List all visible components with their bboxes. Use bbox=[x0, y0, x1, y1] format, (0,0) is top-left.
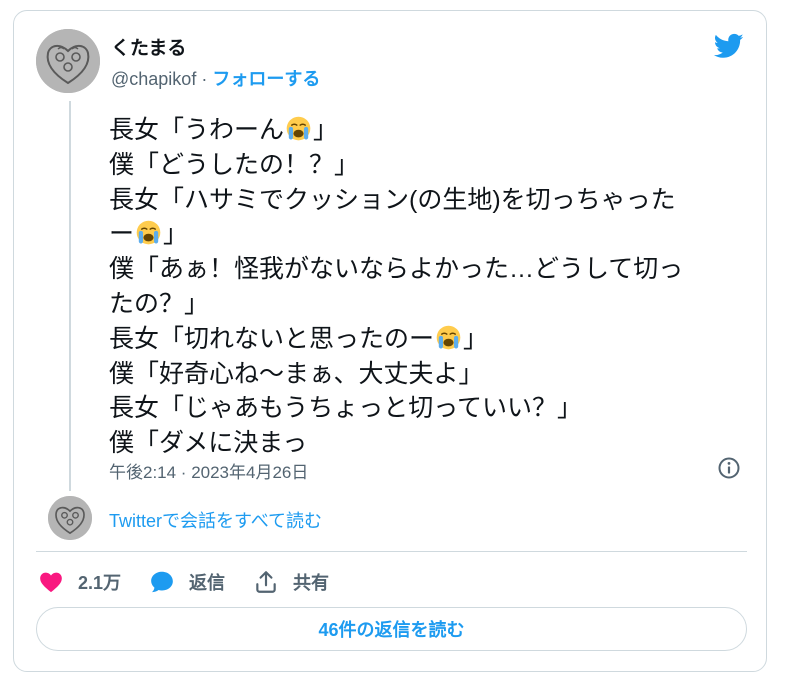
avatar[interactable] bbox=[36, 29, 100, 93]
tweet-text-segment: 」 bbox=[163, 220, 189, 249]
read-replies-button[interactable]: 46件の返信を読む bbox=[36, 607, 747, 651]
tweet-text-line: 僕「あぁ！怪我がないならよかった…どうして切っ bbox=[109, 252, 739, 287]
handle[interactable]: @chapikof bbox=[111, 69, 196, 89]
tweet-text-segment: 長女「じゃあもうちょっと切っていい？」 bbox=[109, 394, 583, 423]
follow-button[interactable]: フォローする bbox=[212, 69, 320, 89]
twitter-bird-icon[interactable] bbox=[712, 31, 746, 61]
tweet-text-line: 僕「好奇心ね〜まぁ、大丈夫よ」 bbox=[109, 357, 739, 392]
reply-label: 返信 bbox=[189, 573, 226, 593]
like-count: 2.1万 bbox=[78, 573, 122, 593]
tweet-text-segment: 長女「ハサミでクッション(の生地)を切っちゃった bbox=[109, 185, 676, 214]
tweet-text-segment: 僕「好奇心ね〜まぁ、大丈夫よ」 bbox=[109, 359, 484, 388]
tweet-text-line: 長女「切れないと思ったのー」 bbox=[109, 322, 739, 357]
share-button[interactable]: 共有 bbox=[253, 569, 329, 595]
tweet-text-segment: 」 bbox=[463, 324, 489, 353]
tweet-text-line: 長女「うわーん」 bbox=[109, 113, 739, 148]
divider bbox=[36, 551, 747, 552]
handle-separator: · bbox=[196, 69, 213, 89]
tweet-text-segment: ー bbox=[109, 220, 135, 249]
tweet-text-line: 長女「じゃあもうちょっと切っていい？」 bbox=[109, 391, 739, 426]
tweet-text-segment: 」 bbox=[313, 116, 339, 144]
tweet-text-segment: 僕「あぁ！怪我がないならよかった…どうして切っ bbox=[109, 255, 684, 284]
tweet-text: 長女「うわーん」僕「どうしたの！？」 長女「ハサミでクッション(の生地)を切っちゃ… bbox=[109, 113, 739, 461]
tweet-text-line: 長女「ハサミでクッション(の生地)を切っちゃった bbox=[109, 183, 739, 218]
tweet-text-segment: 長女「切れないと思ったのー bbox=[109, 324, 435, 353]
avatar-doodle-icon bbox=[36, 29, 100, 93]
speech-bubble-icon bbox=[151, 571, 173, 593]
info-icon[interactable] bbox=[717, 456, 741, 480]
crying-face-icon bbox=[436, 325, 461, 350]
tweet-text-line: 僕「ダメに決まっ bbox=[109, 426, 739, 461]
heart-icon bbox=[40, 572, 62, 593]
crying-face-icon bbox=[286, 116, 311, 141]
tweet-text-line: 僕「どうしたの！？」 bbox=[109, 148, 739, 183]
share-icon bbox=[256, 571, 276, 593]
conversation-avatar[interactable] bbox=[48, 496, 92, 540]
reply-button[interactable]: 返信 bbox=[149, 569, 225, 595]
tweet-text-line: ー」 bbox=[109, 217, 739, 252]
like-button[interactable]: 2.1万 bbox=[38, 569, 121, 595]
display-name[interactable]: くたまる bbox=[111, 33, 186, 60]
handle-row: @chapikof · フォローする bbox=[111, 65, 320, 91]
avatar-doodle-icon bbox=[48, 496, 92, 540]
read-conversation-link[interactable]: Twitterで会話をすべて読む bbox=[109, 507, 322, 533]
tweet-card: くたまる @chapikof · フォローする 長女「うわーん」僕「どうしたの！… bbox=[13, 10, 767, 672]
tweet-text-segment: 僕「どうしたの！？」 bbox=[109, 150, 360, 179]
tweet-text-segment: 長女「うわーん bbox=[109, 116, 285, 144]
tweet-text-line: たの？」 bbox=[109, 287, 739, 322]
crying-face-icon bbox=[136, 221, 161, 245]
action-bar: 2.1万 返信 共有 bbox=[38, 567, 357, 597]
timestamp[interactable]: 午後2:14 · 2023年4月26日 bbox=[109, 458, 308, 483]
thread-connector-line bbox=[69, 101, 71, 491]
tweet-text-segment: 僕「ダメに決まっ bbox=[109, 429, 308, 458]
share-label: 共有 bbox=[293, 573, 330, 593]
tweet-text-segment: たの？」 bbox=[109, 289, 210, 318]
